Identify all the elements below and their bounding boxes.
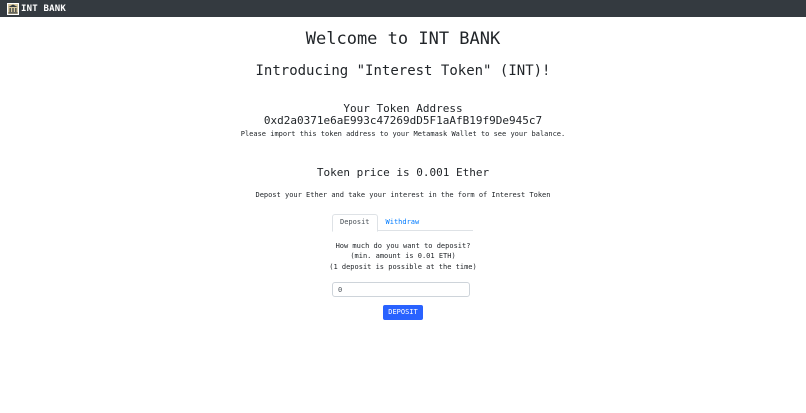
deposit-description: Depost your Ether and take your interest… [255,191,551,199]
token-price: Token price is 0.001 Ether [316,166,490,179]
deposit-limit-note: (1 deposit is possible at the time) [329,263,477,271]
page-title: Welcome to INT BANK [305,29,501,49]
page-subtitle: Introducing "Interest Token" (INT)! [255,63,551,79]
token-import-note: Please import this token address to your… [240,130,566,138]
tab-deposit[interactable]: Deposit [332,214,378,232]
brand-name: INT BANK [21,3,66,14]
navbar-brand[interactable]: INT BANK [7,2,66,15]
deposit-button[interactable]: DEPOSIT [383,305,423,320]
deposit-min-amount: (min. amount is 0.01 ETH) [350,252,456,260]
bank-icon [7,2,19,15]
tab-withdraw[interactable]: Withdraw [378,214,428,231]
navbar: INT BANK [0,0,806,17]
deposit-question: How much do you want to deposit? [335,242,471,250]
token-address: 0xd2a0371e6aE993c47269dD5F1aAfB19f9De945… [263,114,543,127]
deposit-amount-input[interactable] [332,282,470,297]
action-tabs: Deposit Withdraw [332,214,473,232]
